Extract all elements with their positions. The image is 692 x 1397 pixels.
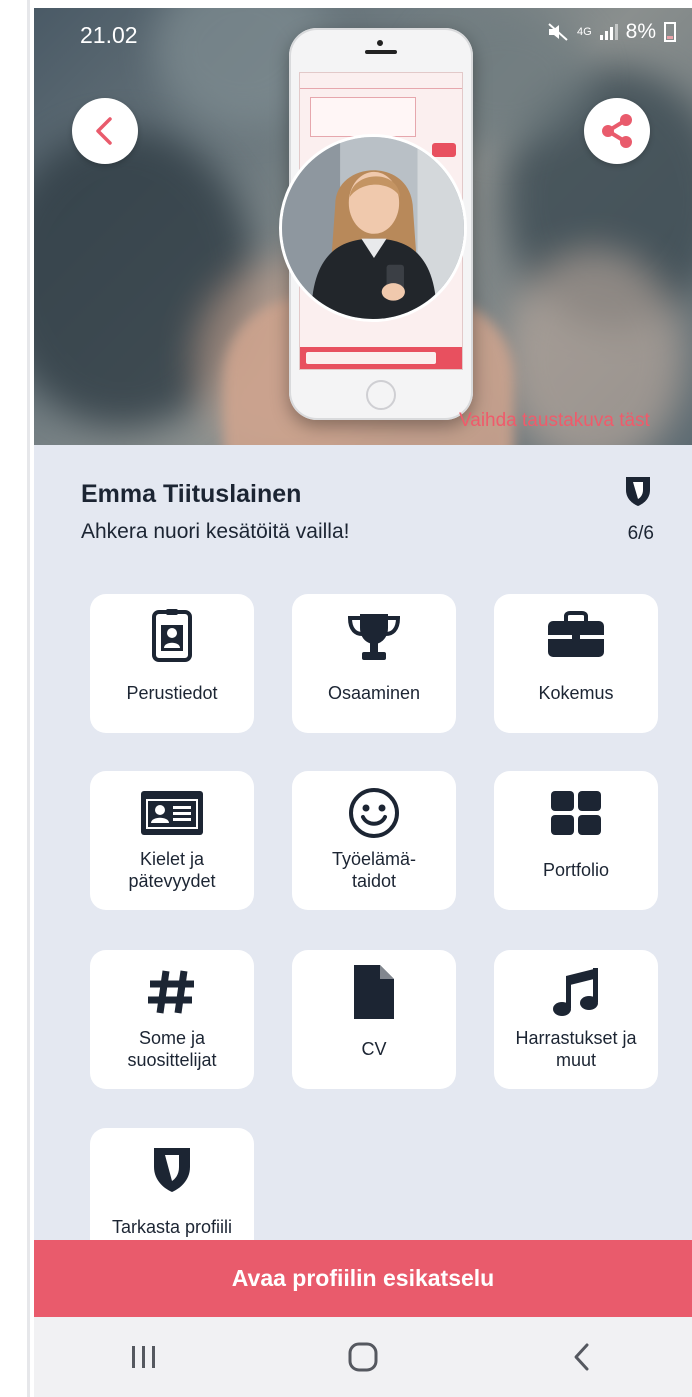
tile-some-ja-suosittelijat[interactable]: Some ja suosittelijat (90, 950, 254, 1089)
system-navigation-bar (34, 1317, 692, 1397)
tile-label: Osaaminen (327, 682, 421, 703)
tile-label: Kielet ja pätevyydet (128, 848, 216, 891)
tile-harrastukset-ja-muut[interactable]: Harrastukset ja muut (494, 950, 658, 1089)
avatar[interactable] (279, 134, 467, 322)
home-icon (348, 1342, 378, 1372)
open-profile-preview-button[interactable]: Avaa profiilin esikatselu (34, 1240, 692, 1317)
back-icon (574, 1343, 589, 1371)
home-button[interactable] (333, 1327, 393, 1387)
tile-tyoelamataidot[interactable]: Työelämä- taidot (292, 771, 456, 910)
tile-label: Portfolio (542, 859, 610, 880)
profile-completion-score: 6/6 (627, 523, 654, 544)
tile-label: Harrastukset ja muut (515, 1027, 637, 1070)
recent-apps-icon (131, 1346, 155, 1368)
share-icon (602, 114, 632, 148)
back-button[interactable] (72, 98, 138, 164)
document-icon (354, 965, 394, 1019)
left-margin (0, 0, 34, 1397)
id-card-icon (141, 791, 203, 835)
briefcase-icon (548, 611, 604, 657)
tile-cv[interactable]: CV (292, 950, 456, 1089)
tile-kokemus[interactable]: Kokemus (494, 594, 658, 733)
network-label: 4G (576, 26, 592, 38)
tile-kielet-ja-patevyydet[interactable]: Kielet ja pätevyydet (90, 771, 254, 910)
profile-cover-photo[interactable]: 21.02 4G 8% Vaihda taustakuva täst (34, 8, 692, 445)
status-time: 21.02 (80, 22, 138, 48)
hashtag-icon (148, 970, 194, 1014)
tile-label: Kokemus (538, 682, 614, 703)
tile-label: Työelämä- taidot (331, 848, 417, 891)
profile-tagline: Ahkera nuori kesätöitä vailla! (81, 520, 350, 543)
share-button[interactable] (584, 98, 650, 164)
smiley-icon (349, 788, 399, 838)
signal-icon (599, 24, 618, 40)
chevron-left-icon (96, 117, 112, 145)
change-background-link[interactable]: Vaihda taustakuva täst (459, 410, 650, 432)
system-back-button[interactable] (552, 1327, 612, 1387)
grid-icon (551, 791, 601, 835)
tile-portfolio[interactable]: Portfolio (494, 771, 658, 910)
mute-icon (548, 23, 568, 41)
tile-osaaminen[interactable]: Osaaminen (292, 594, 456, 733)
recent-apps-button[interactable] (114, 1327, 174, 1387)
id-badge-icon (152, 609, 192, 662)
app-screen: 21.02 4G 8% Vaihda taustakuva täst Emma … (34, 8, 692, 1397)
battery-percent: 8% (625, 20, 656, 43)
music-note-icon (553, 968, 598, 1016)
status-indicators: 4G 8% (547, 20, 676, 44)
profile-name: Emma Tiituslainen (81, 480, 302, 508)
trophy-icon (347, 614, 401, 660)
battery-icon (664, 22, 676, 42)
tile-perustiedot[interactable]: Perustiedot (90, 594, 254, 733)
tile-label: Perustiedot (126, 682, 218, 703)
tile-label: Tarkasta profiili (111, 1216, 233, 1237)
shield-icon (626, 477, 650, 506)
tile-label: Some ja suosittelijat (127, 1027, 217, 1070)
tile-label: CV (361, 1038, 387, 1059)
shield-icon (154, 1148, 190, 1192)
